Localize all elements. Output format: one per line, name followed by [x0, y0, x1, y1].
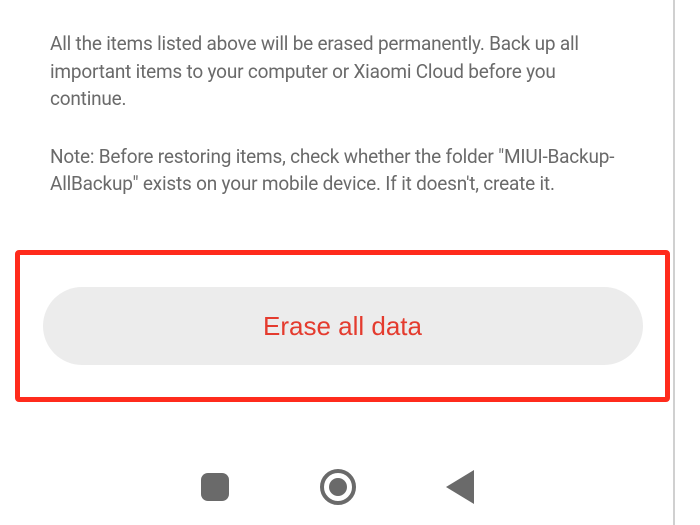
square-icon: [201, 473, 229, 501]
triangle-back-icon: [446, 470, 474, 504]
erase-all-data-button[interactable]: Erase all data: [43, 287, 643, 365]
note-text: Note: Before restoring items, check whet…: [0, 113, 673, 198]
highlight-box: Erase all data: [15, 250, 670, 402]
recent-apps-button[interactable]: [201, 473, 229, 501]
circle-inner-icon: [329, 478, 347, 496]
navigation-bar: [0, 469, 675, 505]
circle-icon: [320, 469, 356, 505]
back-button[interactable]: [446, 470, 474, 504]
home-button[interactable]: [320, 469, 356, 505]
warning-text: All the items listed above will be erase…: [0, 0, 673, 113]
